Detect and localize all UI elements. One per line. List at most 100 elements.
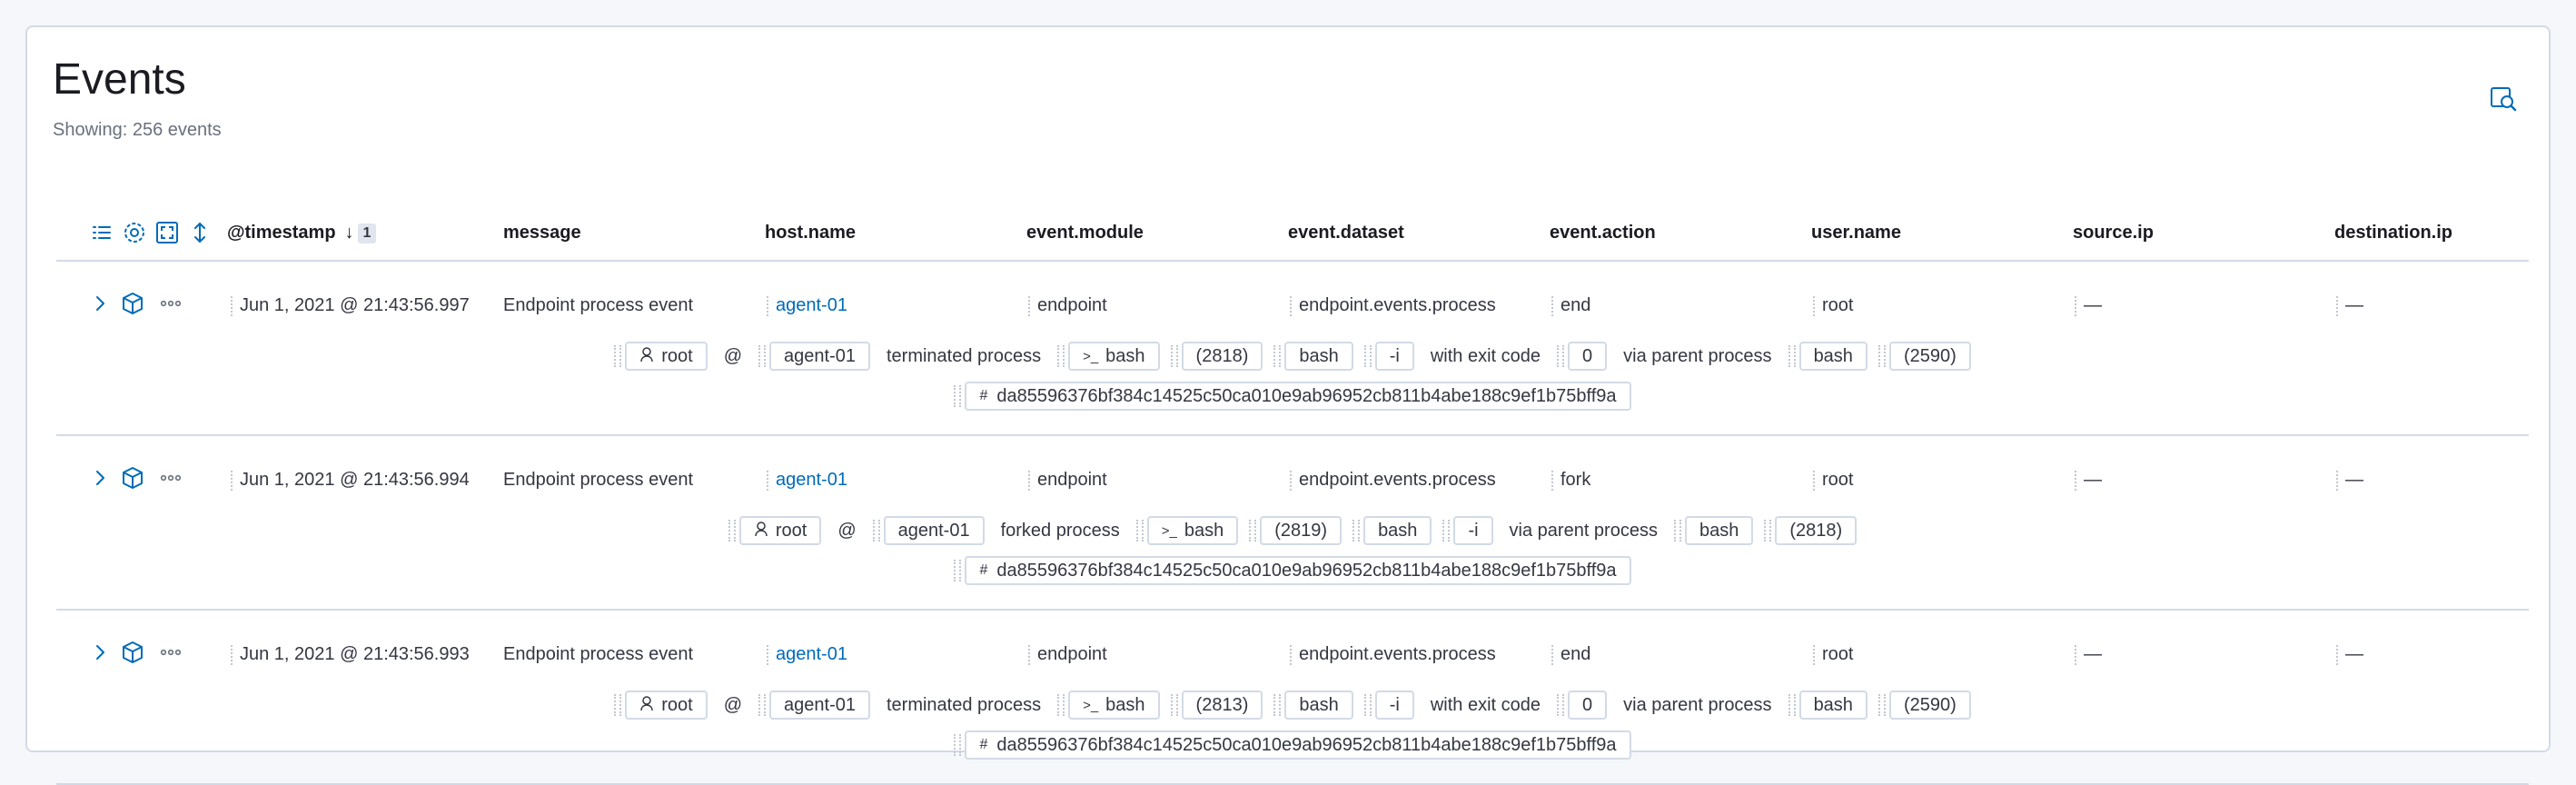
summary-user[interactable]: root [614, 342, 708, 371]
inspect-icon[interactable] [2489, 84, 2518, 113]
sort-desc-icon[interactable]: ↓ [345, 222, 354, 243]
summary-host[interactable]: agent-01 [872, 516, 985, 545]
summary-parent-name[interactable]: bash [1673, 516, 1754, 545]
summary-host[interactable]: agent-01 [758, 342, 870, 371]
column-header-module[interactable]: event.module [1026, 222, 1144, 243]
cell-message[interactable]: Endpoint process event [503, 467, 693, 492]
cell-action[interactable]: end [1551, 641, 1590, 667]
summary-hash-text: da85596376bf384c14525c50ca010e9ab96952cb… [996, 734, 1617, 755]
summary-parent-pid[interactable]: (2818) [1764, 516, 1858, 545]
summary-user-text: root [775, 520, 807, 541]
cell-message[interactable]: Endpoint process event [503, 641, 693, 667]
summary-user-text: root [661, 345, 693, 366]
summary-hash[interactable]: # da85596376bf384c14525c50ca010e9ab96952c… [954, 556, 1631, 585]
column-header-timestamp[interactable]: @timestamp ↓ 1 [227, 222, 377, 243]
summary-exit-code[interactable]: 0 [1556, 342, 1608, 371]
summary-arg-text: bash [1378, 520, 1418, 541]
cell-source-ip[interactable]: — [2075, 293, 2102, 318]
summary-parent-pid[interactable]: (2590) [1878, 342, 1971, 371]
analyze-event-icon[interactable] [120, 291, 145, 316]
summary-parent-name[interactable]: bash [1788, 691, 1868, 720]
summary-exit-code[interactable]: 0 [1556, 691, 1608, 720]
summary-process-name[interactable]: >_ bash [1057, 691, 1160, 720]
cell-host-link[interactable]: agent-01 [767, 641, 847, 667]
summary-user[interactable]: root [614, 691, 708, 720]
summary-pid[interactable]: (2818) [1170, 342, 1263, 371]
column-header-user[interactable]: user.name [1811, 222, 1901, 243]
expand-chevron-icon[interactable] [87, 640, 113, 665]
column-header-action[interactable]: event.action [1550, 222, 1656, 243]
expand-chevron-icon[interactable] [87, 291, 113, 316]
cell-user[interactable]: root [1812, 293, 1853, 318]
process-summary-line: root @ agent-01 terminated process >_ bash (28… [56, 342, 2529, 371]
summary-parent-name[interactable]: bash [1788, 342, 1868, 371]
cell-module[interactable]: endpoint [1028, 641, 1107, 667]
analyze-event-icon[interactable] [120, 465, 145, 491]
cell-host-link[interactable]: agent-01 [767, 293, 847, 318]
cell-dataset[interactable]: endpoint.events.process [1290, 293, 1496, 318]
column-header-dataset[interactable]: event.dataset [1288, 222, 1404, 243]
sort-icon[interactable] [187, 220, 213, 245]
column-header-message[interactable]: message [503, 222, 581, 243]
summary-process-name[interactable]: >_ bash [1057, 342, 1160, 371]
events-panel: Events Showing: 256 events @timestamp ↓ 1 [25, 25, 2551, 785]
cell-message[interactable]: Endpoint process event [503, 293, 693, 318]
list-icon[interactable] [89, 220, 114, 245]
cell-source-ip[interactable]: — [2075, 467, 2102, 492]
summary-arg[interactable]: -i [1363, 342, 1414, 371]
process-hash-line: # da85596376bf384c14525c50ca010e9ab96952c… [56, 382, 2529, 411]
summary-verb: terminated process [881, 346, 1046, 367]
cell-module[interactable]: endpoint [1028, 293, 1107, 318]
summary-parent-pid[interactable]: (2590) [1878, 691, 1971, 720]
cell-timestamp[interactable]: Jun 1, 2021 @ 21:43:56.993 [231, 641, 470, 667]
cell-destination-ip[interactable]: — [2336, 467, 2363, 492]
more-actions-icon[interactable] [158, 291, 183, 316]
column-header-host[interactable]: host.name [765, 222, 856, 243]
expand-chevron-icon[interactable] [87, 465, 113, 491]
cell-user[interactable]: root [1812, 641, 1853, 667]
more-actions-icon[interactable] [158, 465, 183, 491]
table-row: Jun 1, 2021 @ 21:43:56.993 Endpoint proc… [56, 611, 2529, 785]
summary-arg[interactable]: -i [1442, 516, 1493, 545]
summary-process-name[interactable]: >_ bash [1135, 516, 1239, 545]
cell-host-link[interactable]: agent-01 [767, 467, 847, 492]
summary-hash[interactable]: # da85596376bf384c14525c50ca010e9ab96952c… [954, 730, 1631, 760]
summary-host[interactable]: agent-01 [758, 691, 870, 720]
summary-user[interactable]: root [728, 516, 822, 545]
cell-source-ip[interactable]: — [2075, 641, 2102, 667]
summary-arg[interactable]: -i [1363, 691, 1414, 720]
analyze-event-icon[interactable] [120, 640, 145, 665]
cell-timestamp[interactable]: Jun 1, 2021 @ 21:43:56.994 [231, 467, 470, 492]
cell-dataset[interactable]: endpoint.events.process [1290, 641, 1496, 667]
summary-parent-name-text: bash [1699, 520, 1739, 541]
process-summary-line: root @ agent-01 terminated process >_ bash (28… [56, 691, 2529, 720]
summary-hash-text: da85596376bf384c14525c50ca010e9ab96952cb… [996, 385, 1617, 406]
cell-action[interactable]: fork [1551, 467, 1590, 492]
cell-destination-ip[interactable]: — [2336, 293, 2363, 318]
process-summary-line: root @ agent-01 forked process >_ bash (2819) b… [56, 516, 2529, 545]
gear-icon[interactable] [122, 220, 147, 245]
cell-dataset[interactable]: endpoint.events.process [1290, 467, 1496, 492]
column-header-source-ip[interactable]: source.ip [2073, 222, 2154, 243]
column-header-destination-ip[interactable]: destination.ip [2334, 222, 2452, 243]
summary-pid[interactable]: (2813) [1170, 691, 1263, 720]
cell-destination-ip[interactable]: — [2336, 641, 2363, 667]
cell-user[interactable]: root [1812, 467, 1853, 492]
timestamp-header-label: @timestamp [227, 223, 336, 243]
summary-verb: terminated process [881, 695, 1046, 716]
cell-timestamp[interactable]: Jun 1, 2021 @ 21:43:56.997 [231, 293, 470, 318]
fullscreen-icon[interactable] [154, 220, 180, 245]
more-actions-icon[interactable] [158, 640, 183, 665]
summary-pid[interactable]: (2819) [1249, 516, 1342, 545]
summary-arg[interactable]: bash [1273, 691, 1353, 720]
summary-arg[interactable]: bash [1273, 342, 1353, 371]
summary-at-text: @ [723, 694, 743, 715]
summary-hash[interactable]: # da85596376bf384c14525c50ca010e9ab96952c… [954, 382, 1631, 411]
summary-arg[interactable]: bash [1352, 516, 1432, 545]
terminal-icon: >_ [1161, 522, 1177, 539]
events-table: @timestamp ↓ 1 message host.name event.mod… [56, 187, 2529, 785]
cell-module[interactable]: endpoint [1028, 467, 1107, 492]
table-header: @timestamp ↓ 1 message host.name event.mod… [56, 187, 2529, 262]
cell-action[interactable]: end [1551, 293, 1590, 318]
summary-parent-label: via parent process [1618, 695, 1777, 716]
